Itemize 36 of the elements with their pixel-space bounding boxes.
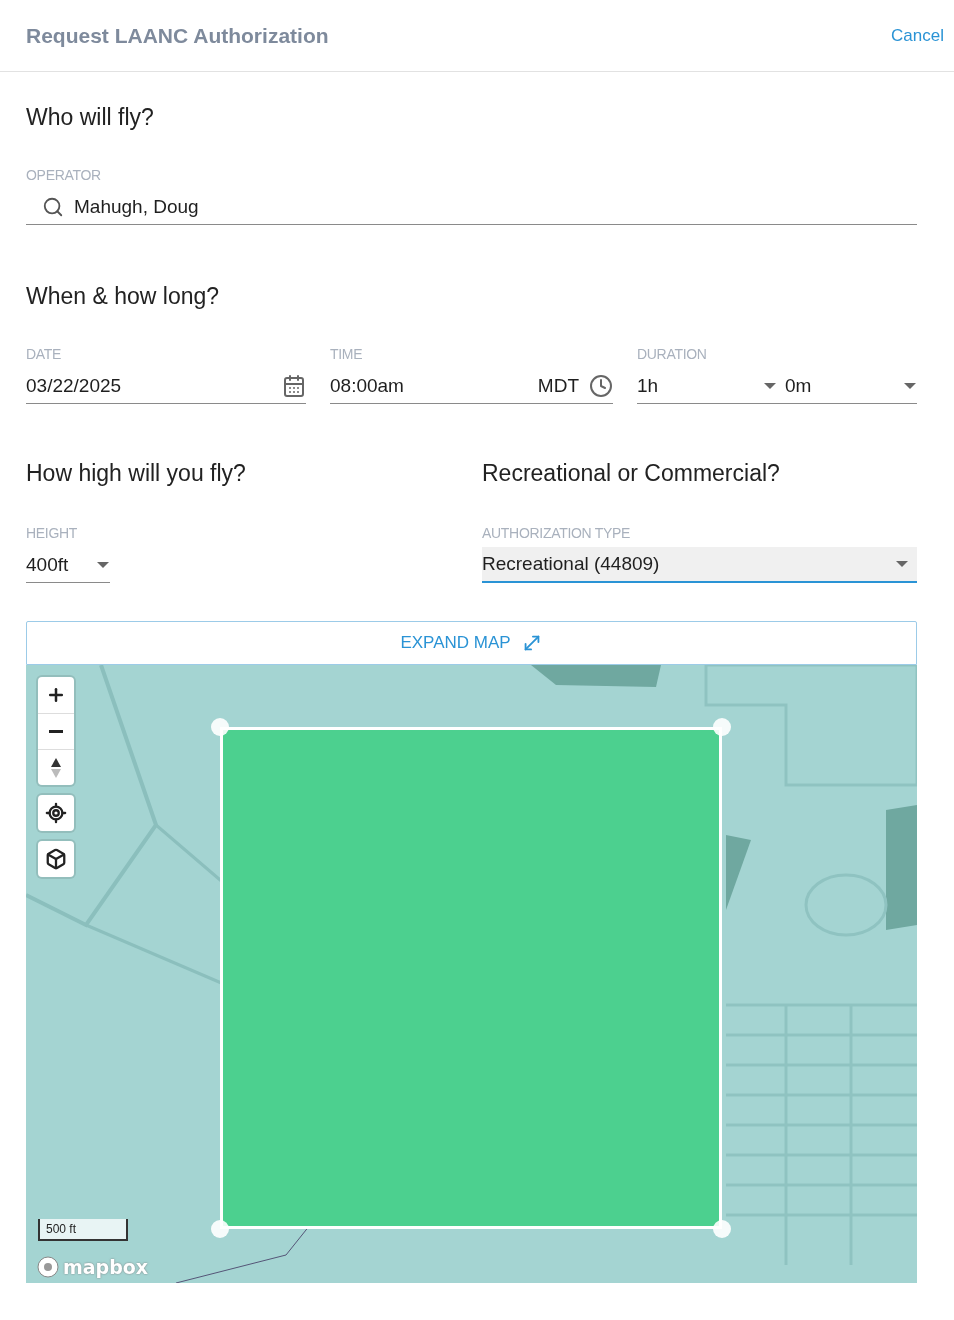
time-field[interactable]: 08:00am MDT xyxy=(330,368,613,404)
locate-icon xyxy=(45,802,67,824)
field-label: OPERATOR xyxy=(26,167,102,183)
section-heading: Recreational or Commercial? xyxy=(482,460,781,487)
minus-icon xyxy=(49,730,63,733)
timezone-label: MDT xyxy=(537,374,579,397)
field-label: TIME xyxy=(330,346,364,362)
caret-icon xyxy=(895,560,909,568)
caret-icon xyxy=(763,381,777,390)
clock-icon xyxy=(589,373,613,398)
cube-icon xyxy=(45,848,67,870)
field-label: DATE xyxy=(26,346,63,362)
scale-bar: 500 ft xyxy=(38,1219,128,1241)
calendar-icon xyxy=(282,373,306,398)
logo-text: mapbox xyxy=(63,1256,149,1278)
section-heading: How high will you fly? xyxy=(26,460,247,487)
authorization-type-dropdown[interactable]: Recreational (44809) xyxy=(482,547,917,583)
hours-dropdown[interactable]: 1h xyxy=(637,368,777,404)
locate-button[interactable] xyxy=(38,795,74,831)
caret-icon xyxy=(903,381,917,390)
field-label: DURATION xyxy=(637,346,708,362)
date-field[interactable]: 03/22/2025 xyxy=(26,368,306,404)
operator-field[interactable]: Mahugh, Doug xyxy=(26,189,917,225)
minutes-dropdown[interactable]: 0m xyxy=(777,368,917,404)
field-label: AUTHORIZATION TYPE xyxy=(482,525,632,541)
logo-icon xyxy=(36,1255,60,1279)
map[interactable]: 500 ft mapbox xyxy=(26,665,917,1283)
height-dropdown[interactable]: 400ft xyxy=(26,547,110,583)
field-label: HEIGHT xyxy=(26,525,79,541)
section-heading: When & how long? xyxy=(26,283,221,310)
section-heading: Who will fly? xyxy=(26,104,155,131)
page-title: Request LAANC Authorization xyxy=(26,23,329,48)
3d-view-button[interactable] xyxy=(38,841,74,877)
caret-icon xyxy=(96,560,110,569)
search-icon xyxy=(42,195,64,218)
plus-icon xyxy=(46,685,66,705)
